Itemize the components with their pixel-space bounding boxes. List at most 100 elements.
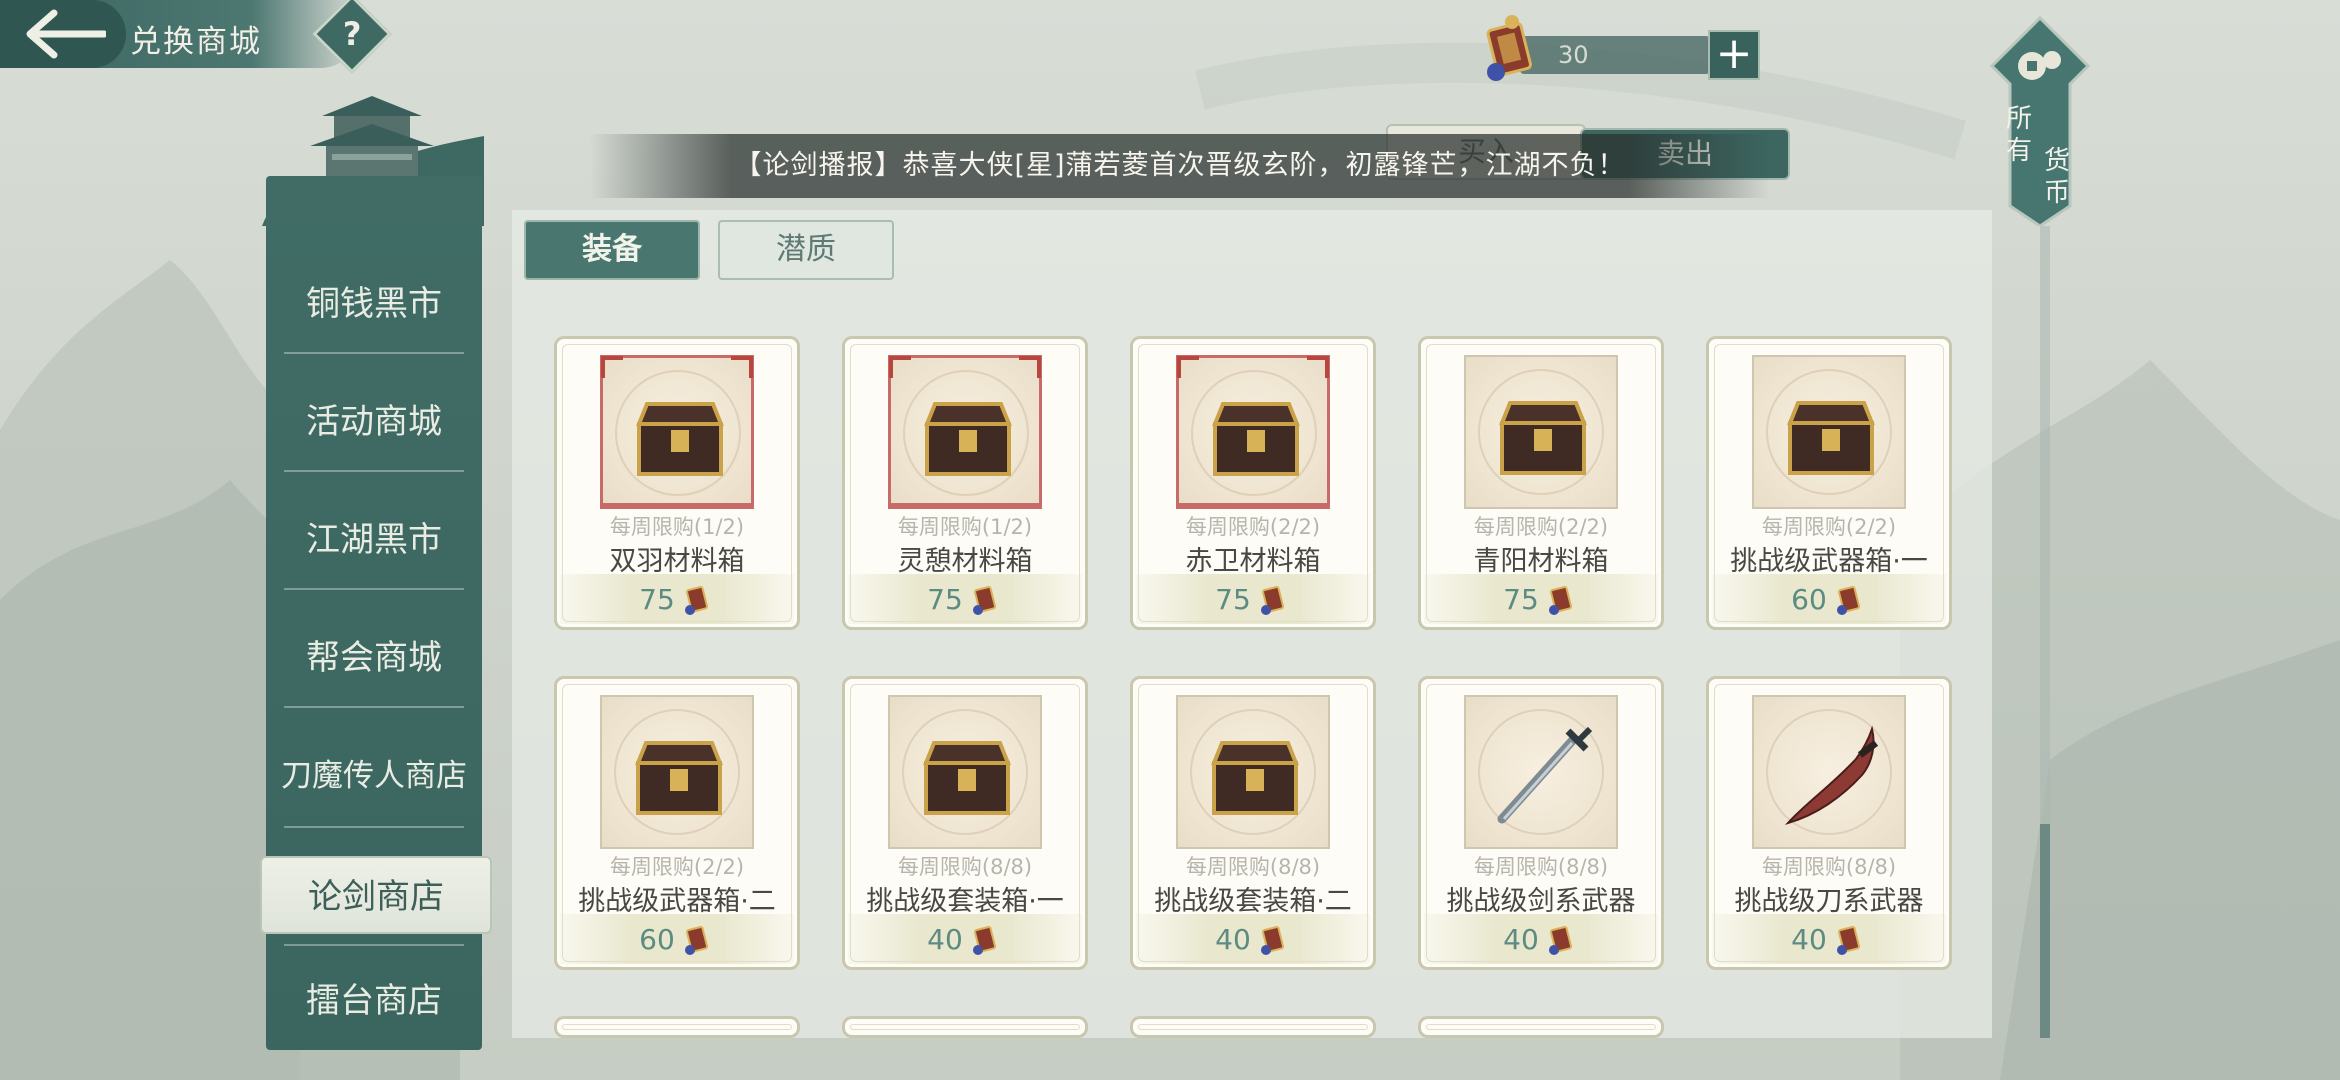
item-price: 40	[1503, 922, 1539, 956]
shop-sidebar: 铜钱黑市 活动商城 江湖黑市 帮会商城 刀魔传人商店 论剑商店 擂台商店	[260, 176, 492, 1050]
item-price: 75	[639, 582, 675, 616]
sword-token-icon	[684, 586, 708, 615]
sidebar-item-guild-mall[interactable]: 帮会商城	[280, 600, 468, 716]
sidebar-divider	[284, 470, 464, 472]
shop-item-card[interactable]: 每周限购(2/2) 挑战级武器箱·二 60	[554, 676, 800, 970]
shop-item-card[interactable]: 每周限购(1/2) 双羽材料箱 75	[554, 336, 800, 630]
shop-item-card[interactable]: 每周限购(2/2) 挑战级武器箱·一 60	[1706, 336, 1952, 630]
purchase-limit: 每周限购(8/8)	[1761, 855, 1897, 879]
sidebar-divider	[284, 944, 464, 946]
price-row: 40	[1136, 914, 1370, 964]
price-row: 40	[1712, 914, 1946, 964]
sidebar-item-arena-shop[interactable]: 擂台商店	[280, 956, 468, 1046]
price-row: 60	[560, 914, 794, 964]
item-frame	[1752, 695, 1906, 849]
chest-icon	[1211, 741, 1299, 815]
item-price: 40	[1215, 922, 1251, 956]
item-frame	[888, 695, 1042, 849]
item-name: 灵憩材料箱	[897, 546, 1033, 577]
item-price: 40	[927, 922, 963, 956]
scrollbar-thumb[interactable]	[2040, 824, 2050, 1038]
sidebar-item-jianghu-black-market[interactable]: 江湖黑市	[280, 482, 468, 598]
item-frame	[600, 695, 754, 849]
purchase-limit: 每周限购(2/2)	[1761, 515, 1897, 539]
back-button[interactable]	[0, 0, 126, 68]
shop-item-card[interactable]: 每周限购(8/8) 挑战级剑系武器 40	[1418, 676, 1664, 970]
item-name: 挑战级武器箱·二	[578, 886, 776, 917]
shop-item-card[interactable]: 每周限购(1/2) 灵憩材料箱 75	[842, 336, 1088, 630]
item-name: 挑战级套装箱·二	[1154, 886, 1352, 917]
price-row: 75	[1136, 574, 1370, 624]
chest-icon	[636, 402, 724, 476]
chest-icon	[1787, 401, 1875, 475]
page-title: 兑换商城	[130, 24, 262, 60]
back-arrow-icon	[26, 9, 106, 59]
item-name: 青阳材料箱	[1473, 546, 1609, 577]
item-frame	[1464, 355, 1618, 509]
all-currency-button[interactable]: 所 有 货 币	[1990, 16, 2090, 226]
sword-token-icon	[1836, 926, 1860, 955]
item-frame	[1176, 695, 1330, 849]
sword-token-icon	[1260, 926, 1284, 955]
sidebar-item-blade-demon-shop[interactable]: 刀魔传人商店	[280, 718, 468, 834]
item-frame	[888, 355, 1042, 509]
sword-token-icon	[1548, 586, 1572, 615]
sword-icon	[1497, 726, 1593, 824]
sidebar-divider	[284, 706, 464, 708]
shop-item-card[interactable]: 每周限购(2/2) 青阳材料箱 75	[1418, 336, 1664, 630]
item-price: 60	[639, 922, 675, 956]
price-row: 40	[1424, 914, 1658, 964]
sidebar-item-lunjian-shop[interactable]: 论剑商店	[260, 856, 492, 934]
item-price: 75	[927, 582, 963, 616]
price-row: 75	[560, 574, 794, 624]
item-name: 双羽材料箱	[609, 546, 745, 577]
item-name: 挑战级刀系武器	[1734, 886, 1924, 917]
price-row: 75	[1424, 574, 1658, 624]
shop-item-card[interactable]: 每周限购(8/8) 挑战级套装箱·二 40	[1130, 676, 1376, 970]
add-currency-button[interactable]: +	[1708, 30, 1760, 80]
shop-item-card[interactable]: 每周限购(8/8) 挑战级刀系武器 40	[1706, 676, 1952, 970]
item-name: 挑战级套装箱·一	[866, 886, 1064, 917]
shop-item-card-partial[interactable]	[554, 1016, 800, 1038]
sword-token-icon	[972, 586, 996, 615]
coin-emblem-icon	[1990, 16, 2090, 226]
shop-item-card-partial[interactable]	[1418, 1016, 1664, 1038]
blade-icon	[1784, 725, 1879, 825]
item-name: 挑战级剑系武器	[1446, 886, 1636, 917]
shop-item-card-partial[interactable]	[842, 1016, 1088, 1038]
purchase-limit: 每周限购(8/8)	[1473, 855, 1609, 879]
sidebar-divider	[284, 826, 464, 828]
tab-potential[interactable]: 潜质	[718, 220, 894, 280]
shop-item-card[interactable]: 每周限购(2/2) 赤卫材料箱 75	[1130, 336, 1376, 630]
shop-item-card-partial[interactable]	[1130, 1016, 1376, 1038]
sword-token-icon	[972, 926, 996, 955]
purchase-limit: 每周限购(8/8)	[1185, 855, 1321, 879]
all-currency-char: 有	[2006, 136, 2033, 166]
tab-equipment[interactable]: 装备	[524, 220, 700, 280]
question-icon: ?	[342, 15, 362, 53]
chest-icon	[1499, 401, 1587, 475]
item-name: 赤卫材料箱	[1185, 546, 1321, 577]
purchase-limit: 每周限购(2/2)	[1185, 515, 1321, 539]
chest-icon	[923, 741, 1011, 815]
all-currency-char: 币	[2044, 178, 2071, 208]
sidebar-item-copper-black-market[interactable]: 铜钱黑市	[280, 246, 468, 362]
broadcast-banner: 【论剑播报】恭喜大侠[星]蒲若菱首次晋级玄阶，初露锋芒，江湖不负！	[590, 134, 1770, 198]
purchase-limit: 每周限购(2/2)	[1473, 515, 1609, 539]
currency-amount: 30	[1520, 36, 1710, 74]
item-name: 挑战级武器箱·一	[1730, 546, 1928, 577]
sword-token-icon	[1836, 586, 1860, 615]
purchase-limit: 每周限购(1/2)	[897, 515, 1033, 539]
sidebar-divider	[284, 352, 464, 354]
sidebar-divider	[284, 588, 464, 590]
purchase-limit: 每周限购(1/2)	[609, 515, 745, 539]
price-row: 75	[848, 574, 1082, 624]
item-price: 40	[1791, 922, 1827, 956]
item-frame	[600, 355, 754, 509]
purchase-limit: 每周限购(8/8)	[897, 855, 1033, 879]
chest-icon	[1212, 402, 1300, 476]
shop-item-card[interactable]: 每周限购(8/8) 挑战级套装箱·一 40	[842, 676, 1088, 970]
item-price: 75	[1503, 582, 1539, 616]
sidebar-item-event-mall[interactable]: 活动商城	[280, 364, 468, 480]
price-row: 40	[848, 914, 1082, 964]
